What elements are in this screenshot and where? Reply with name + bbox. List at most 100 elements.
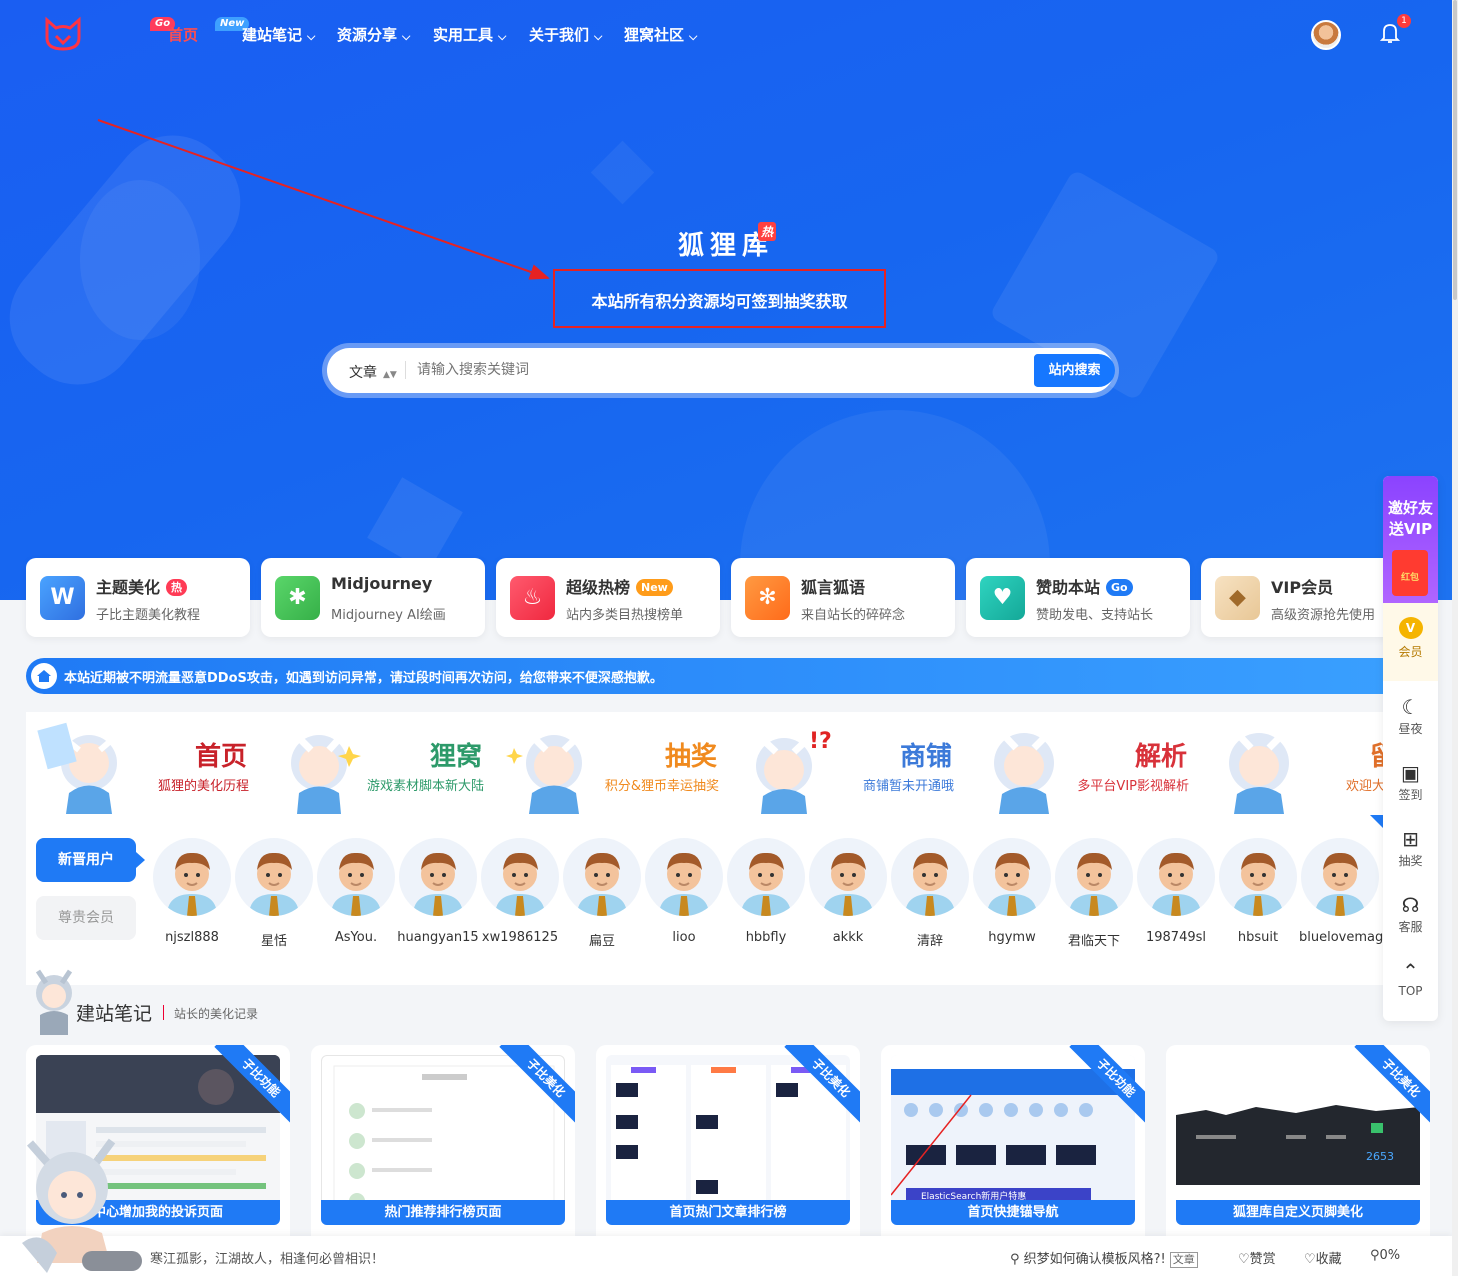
chevron-down-icon: ⌵ (594, 30, 603, 43)
user-item[interactable]: hbsuit (1217, 838, 1299, 978)
scrollbar-thumb[interactable] (1453, 0, 1457, 300)
card-title: Midjourney (331, 574, 433, 593)
vip-button[interactable]: V 会员 (1383, 603, 1438, 681)
search-input[interactable] (417, 356, 1017, 384)
user-item[interactable]: 198749sl (1135, 838, 1217, 978)
nav-tools[interactable]: 实用工具 ⌵ (433, 24, 506, 45)
avatar (1219, 838, 1297, 916)
theme-toggle-button[interactable]: ☾ 昼夜 (1383, 694, 1438, 737)
anime-girl-icon (35, 969, 73, 1035)
headset-icon: ☊ (1401, 893, 1420, 917)
user-name: bluelovemag (1299, 930, 1384, 945)
search-button[interactable]: 站内搜索 (1034, 354, 1115, 387)
go-badge: Go (1106, 579, 1133, 596)
notice-bar: 本站近期被不明流量恶意DDoS攻击，如遇到访问异常，请过段时间再次访问，给您带来… (26, 658, 1426, 694)
link-icon: ⚲ (1010, 1252, 1024, 1267)
card-words[interactable]: ✻ 狐言狐语 来自站长的碎碎念 (731, 558, 955, 637)
post-caption[interactable]: 首页热门文章排行榜 (606, 1200, 850, 1225)
user-item[interactable]: hgymw (971, 838, 1053, 978)
avatar (727, 838, 805, 916)
article-tag: 文章 (1169, 1252, 1198, 1268)
card-theme[interactable]: W 主题美化热 子比主题美化教程 (26, 558, 250, 637)
reward-button[interactable]: ♡赞赏 (1238, 1248, 1276, 1267)
invite-friends-button[interactable]: 邀好友送VIP 红包 (1383, 476, 1438, 603)
nav-home[interactable]: 首页 (168, 24, 198, 45)
post-card[interactable]: 2653 子比美化 狐狸库自定义页脚美化 (1166, 1045, 1430, 1245)
nav-resources[interactable]: 资源分享 ⌵ (337, 24, 410, 45)
anime-girl-icon (994, 727, 1055, 814)
user-name: 清辞 (916, 934, 943, 949)
feature-lottery[interactable]: 抽奖 积分&狸币幸运抽奖 (496, 712, 731, 817)
anime-girl-icon (37, 722, 117, 814)
feature-desc: 商铺暂未开通哦 (862, 779, 954, 794)
chevron-down-icon: ⌵ (402, 30, 411, 43)
yelp-icon: ✻ (745, 576, 790, 620)
user-avatar[interactable] (1311, 20, 1341, 50)
post-caption[interactable]: 热门推荐排行榜页面 (321, 1200, 565, 1225)
back-to-top-button[interactable]: ⌃ TOP (1383, 958, 1438, 998)
search-type-select[interactable]: 文章 ▲▼ (349, 362, 397, 382)
user-item[interactable]: AsYou. (315, 838, 397, 978)
sort-icon: ▲▼ (383, 370, 397, 380)
search-bar: 文章▲▼ 站内搜索 (322, 343, 1119, 398)
avatar (563, 838, 641, 916)
post-caption[interactable]: 首页快捷锚导航 (891, 1200, 1135, 1225)
nav-community[interactable]: 狸窝社区 ⌵ (624, 24, 697, 45)
user-name: xw1986125 (481, 930, 559, 945)
feature-shop[interactable]: !? 商铺 商铺暂未开通哦 (731, 712, 966, 817)
user-item[interactable]: 星恬 (233, 838, 315, 978)
nav-notes[interactable]: 建站笔记 ⌵ (242, 24, 315, 45)
new-badge: New (636, 579, 673, 596)
user-name: 星恬 (260, 934, 287, 949)
floating-sidebar: 邀好友送VIP 红包 V 会员 ☾ 昼夜 ▣ 签到 ⊞ 抽奖 ☊ 客服 ⌃ TOP (1383, 476, 1438, 1021)
tab-vip-users[interactable]: 尊贵会员 (36, 896, 136, 940)
card-sponsor[interactable]: ♥ 赞助本站 Go 赞助发电、支持站长 (966, 558, 1190, 637)
post-grid: 子比功能 中心增加我的投诉页面 子比美化 热门推荐排行榜页面 子比美化 首页热门… (26, 1045, 1430, 1245)
feature-parse[interactable]: 解析 多平台VIP影视解析 (966, 712, 1201, 817)
user-item[interactable]: 扁豆 (561, 838, 643, 978)
post-card[interactable]: ElasticSearch新用户特惠 子比功能 首页快捷锚导航 (881, 1045, 1145, 1245)
customer-service-button[interactable]: ☊ 客服 (1383, 892, 1438, 935)
user-name: hbsuit (1237, 930, 1279, 945)
user-name: hgymw (988, 930, 1036, 945)
footer-article-link[interactable]: ⚲ 织梦如何确认模板风格?! 文章 (1010, 1248, 1198, 1268)
bell-icon[interactable] (1380, 22, 1400, 44)
hot-badge: 热 (166, 579, 188, 596)
post-card[interactable]: 子比美化 热门推荐排行榜页面 (311, 1045, 575, 1245)
card-hot[interactable]: ♨ 超级热榜 New 站内多类目热搜榜单 (496, 558, 720, 637)
feature-title: 留言 (1369, 742, 1384, 772)
avatar (809, 838, 887, 916)
checkin-button[interactable]: ▣ 签到 (1383, 760, 1438, 803)
user-item[interactable]: njszl888 (151, 838, 233, 978)
card-desc: 站内多类目热搜榜单 (566, 608, 684, 623)
fox-logo-icon[interactable] (44, 16, 82, 52)
user-item[interactable]: 清辞 (889, 838, 971, 978)
user-item[interactable]: akkk (807, 838, 889, 978)
user-item[interactable]: lioo (643, 838, 725, 978)
user-item[interactable]: xw1986125 (479, 838, 561, 978)
chevron-down-icon: ⌵ (307, 30, 316, 43)
footer-quote: 寒江孤影，江湖故人，相逢何必曾相识！ (150, 1252, 385, 1267)
user-name: huangyan15 (397, 930, 479, 945)
feature-message[interactable]: 留言 欢迎大家留言 (1201, 712, 1384, 817)
favorite-button[interactable]: ♡收藏 (1304, 1248, 1342, 1267)
anime-girl-icon: !? (756, 729, 832, 814)
user-item[interactable]: 君临天下 (1053, 838, 1135, 978)
tab-new-users[interactable]: 新晋用户 (36, 838, 145, 882)
post-card[interactable]: 子比美化 首页热门文章排行榜 (596, 1045, 860, 1245)
nav-about[interactable]: 关于我们 ⌵ (529, 24, 602, 45)
user-name: 扁豆 (588, 934, 615, 949)
hero-subtitle: 本站所有积分资源均可签到抽奖获取 (591, 292, 848, 311)
post-caption[interactable]: 狐狸库自定义页脚美化 (1176, 1200, 1420, 1225)
vip-icon: V (1398, 617, 1423, 639)
user-name: 君临天下 (1067, 934, 1120, 949)
feature-home[interactable]: 首页 狐狸的美化历程 (26, 712, 261, 817)
user-item[interactable]: hbbfly (725, 838, 807, 978)
read-progress: ⚲0% (1370, 1248, 1401, 1263)
user-item[interactable]: bluelovemag (1299, 838, 1384, 978)
feature-den[interactable]: 狸窝 游戏素材脚本新大陆 (261, 712, 496, 817)
avatar (1055, 838, 1133, 916)
lottery-button[interactable]: ⊞ 抽奖 (1383, 826, 1438, 869)
user-item[interactable]: huangyan15 (397, 838, 479, 978)
card-midjourney[interactable]: ✱ Midjourney Midjourney AI绘画 (261, 558, 485, 637)
